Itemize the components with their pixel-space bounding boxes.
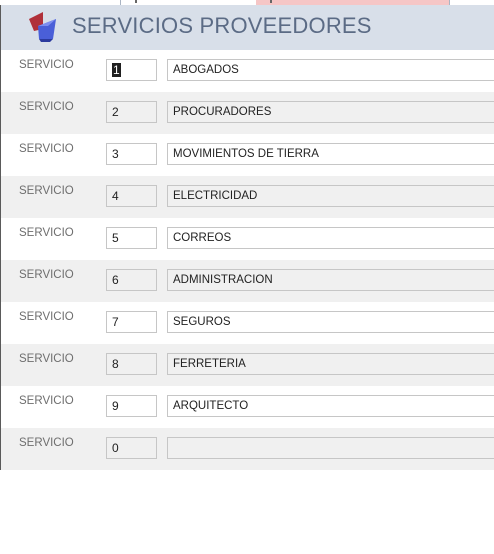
servicio-id-field[interactable]: 9 bbox=[106, 395, 157, 417]
record-row: SERVICIO 7 SEGUROS bbox=[1, 302, 494, 344]
servicio-id-value: 2 bbox=[112, 105, 119, 119]
servicio-name-field[interactable]: ADMINISTRACION bbox=[167, 269, 494, 291]
record-row: SERVICIO 0 bbox=[1, 428, 494, 470]
servicio-id-value: 0 bbox=[112, 441, 119, 455]
form-title: SERVICIOS PROVEEDORES bbox=[72, 13, 372, 38]
servicio-id-value: 3 bbox=[112, 147, 119, 161]
servicio-id-field[interactable]: 0 bbox=[106, 437, 157, 459]
servicio-name-field[interactable]: SEGUROS bbox=[167, 311, 494, 333]
servicio-id-value: 4 bbox=[112, 189, 119, 203]
servicio-label: SERVICIO bbox=[19, 227, 74, 239]
servicio-name-field[interactable]: ABOGADOS bbox=[167, 59, 494, 81]
servicio-id-field[interactable]: 1 bbox=[106, 59, 157, 81]
servicio-id-field[interactable]: 3 bbox=[106, 143, 157, 165]
servicio-name-field[interactable]: MOVIMIENTOS DE TIERRA bbox=[167, 143, 494, 165]
continuous-form: SERVICIOS PROVEEDORES SERVICIO 1 ABOGADOS S… bbox=[0, 5, 494, 470]
servicio-name-field[interactable]: FERRETERIA bbox=[167, 353, 494, 375]
servicio-label: SERVICIO bbox=[19, 101, 74, 113]
servicio-name-field[interactable]: ARQUITECTO bbox=[167, 395, 494, 417]
record-row: SERVICIO 2 PROCURADORES bbox=[1, 92, 494, 134]
servicio-name-field[interactable]: ELECTRICIDAD bbox=[167, 185, 494, 207]
access-form-logo-icon bbox=[26, 9, 60, 43]
servicio-id-value: 9 bbox=[112, 399, 119, 413]
servicio-id-field[interactable]: 2 bbox=[106, 101, 157, 123]
servicio-name-field[interactable] bbox=[167, 437, 494, 459]
servicio-label: SERVICIO bbox=[19, 269, 74, 281]
servicio-label: SERVICIO bbox=[19, 353, 74, 365]
form-header: SERVICIOS PROVEEDORES bbox=[1, 5, 494, 50]
servicio-label: SERVICIO bbox=[19, 437, 74, 449]
servicio-label: SERVICIO bbox=[19, 185, 74, 197]
servicio-id-value: 1 bbox=[112, 63, 121, 77]
servicio-label: SERVICIO bbox=[19, 143, 74, 155]
servicio-id-value: 7 bbox=[112, 315, 119, 329]
record-row: SERVICIO 9 ARQUITECTO bbox=[1, 386, 494, 428]
servicio-id-field[interactable]: 6 bbox=[106, 269, 157, 291]
servicio-id-field[interactable]: 8 bbox=[106, 353, 157, 375]
servicio-label: SERVICIO bbox=[19, 311, 74, 323]
record-row: SERVICIO 1 ABOGADOS bbox=[1, 50, 494, 92]
servicio-label: SERVICIO bbox=[19, 59, 74, 71]
record-row: SERVICIO 4 ELECTRICIDAD bbox=[1, 176, 494, 218]
record-row: SERVICIO 8 FERRETERIA bbox=[1, 344, 494, 386]
servicio-id-value: 6 bbox=[112, 273, 119, 287]
servicio-name-field[interactable]: PROCURADORES bbox=[167, 101, 494, 123]
servicio-label: SERVICIO bbox=[19, 395, 74, 407]
servicio-id-field[interactable]: 5 bbox=[106, 227, 157, 249]
servicio-id-field[interactable]: 4 bbox=[106, 185, 157, 207]
record-row: SERVICIO 6 ADMINISTRACION bbox=[1, 260, 494, 302]
record-row: SERVICIO 3 MOVIMIENTOS DE TIERRA bbox=[1, 134, 494, 176]
servicio-id-value: 8 bbox=[112, 357, 119, 371]
servicio-id-field[interactable]: 7 bbox=[106, 311, 157, 333]
servicio-name-field[interactable]: CORREOS bbox=[167, 227, 494, 249]
servicio-id-value: 5 bbox=[112, 231, 119, 245]
record-row: SERVICIO 5 CORREOS bbox=[1, 218, 494, 260]
